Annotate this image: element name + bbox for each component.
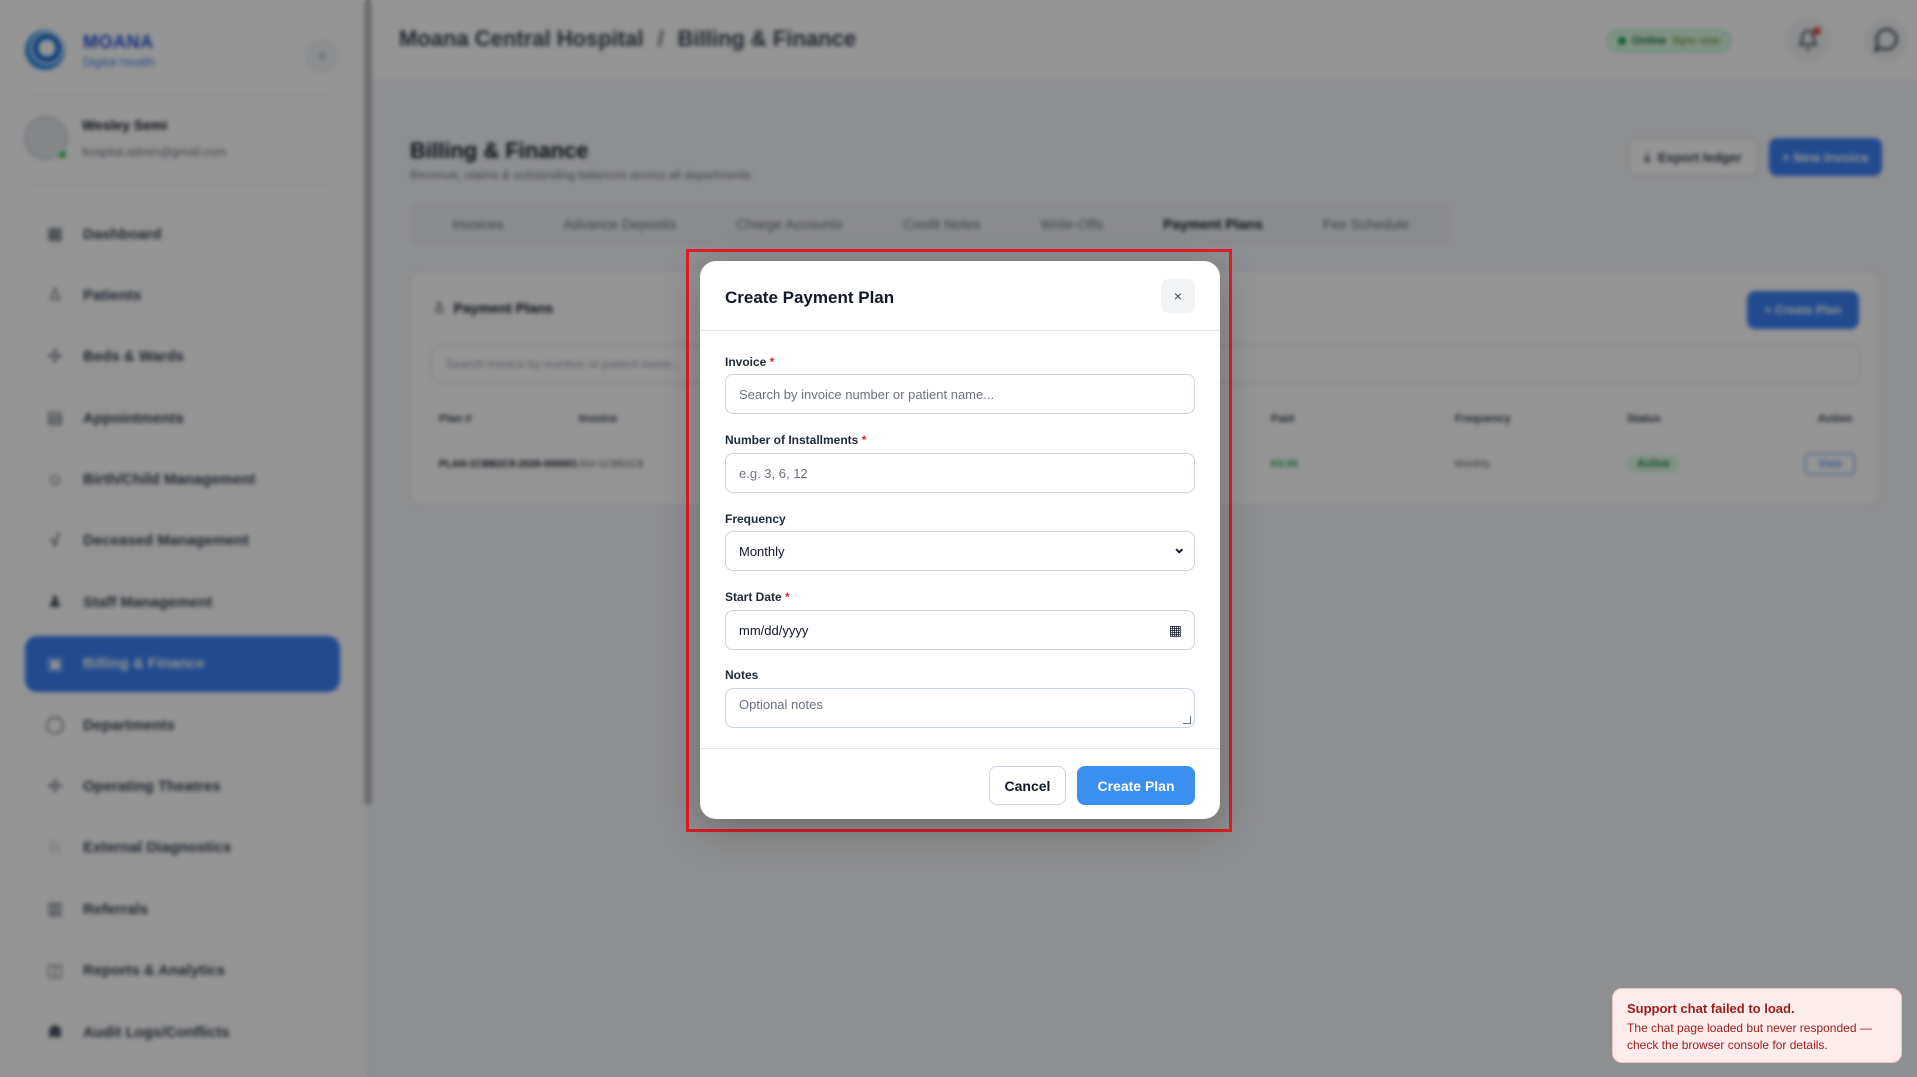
close-icon: × (1173, 288, 1183, 304)
close-button[interactable]: × (1161, 279, 1195, 313)
installments-label: Number of Installments * (725, 433, 867, 447)
installments-input[interactable] (725, 453, 1195, 493)
start-date-input[interactable]: mm/dd/yyyy ▦ (725, 610, 1195, 650)
error-toast[interactable]: Support chat failed to load. The chat pa… (1612, 988, 1902, 1063)
modal-footer: Cancel Create Plan (700, 748, 1220, 819)
notes-wrapper (725, 688, 1195, 728)
toast-title: Support chat failed to load. (1627, 1001, 1795, 1016)
invoice-search-input[interactable] (725, 374, 1195, 414)
chevron-down-icon: ⌄ (1172, 540, 1186, 557)
notes-label: Notes (725, 668, 759, 682)
resize-handle-icon[interactable] (1183, 716, 1191, 724)
toast-message: The chat page loaded but never responded… (1627, 1021, 1872, 1052)
invoice-label: Invoice * (725, 355, 775, 369)
frequency-selected-value: Monthly (739, 543, 785, 559)
date-placeholder: mm/dd/yyyy (739, 622, 809, 638)
modal-header: Create Payment Plan × (700, 261, 1220, 331)
notes-textarea[interactable] (725, 688, 1195, 728)
create-payment-plan-dialog: Create Payment Plan × Invoice * Number o… (700, 261, 1220, 819)
start-date-label: Start Date * (725, 590, 790, 604)
create-plan-submit-button[interactable]: Create Plan (1077, 766, 1195, 805)
frequency-label: Frequency (725, 512, 786, 526)
cancel-button[interactable]: Cancel (989, 766, 1066, 805)
modal-title: Create Payment Plan (725, 288, 895, 307)
frequency-select[interactable]: Monthly ⌄ (725, 531, 1195, 571)
calendar-icon[interactable]: ▦ (1169, 622, 1182, 639)
